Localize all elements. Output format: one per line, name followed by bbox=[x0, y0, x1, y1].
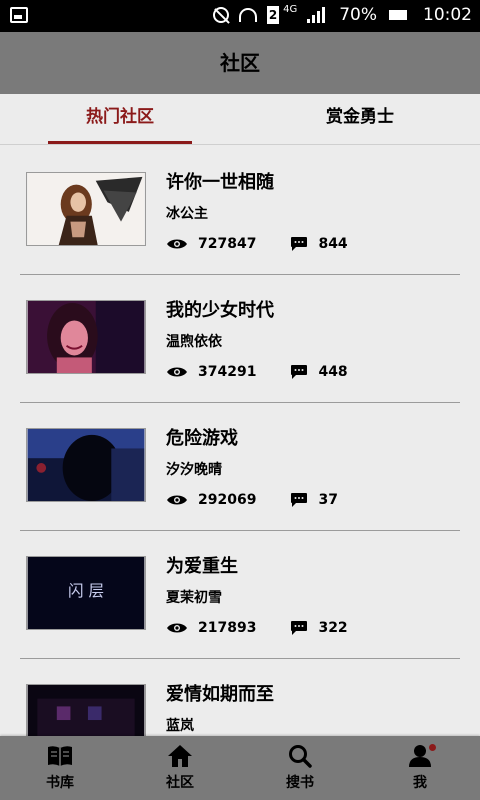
nav-label: 书库 bbox=[46, 775, 74, 791]
book-cover-image: 闪 层 bbox=[27, 557, 145, 629]
item-stats: 217893 322 bbox=[166, 617, 348, 639]
comment-count: 844 bbox=[318, 236, 348, 252]
eye-icon bbox=[166, 366, 188, 378]
nav-label: 社区 bbox=[166, 775, 194, 791]
comment-count: 448 bbox=[318, 364, 348, 380]
item-stats: 374291 448 bbox=[166, 361, 348, 383]
author-name: 夏茉初雪 bbox=[166, 590, 222, 606]
network-label: 4G bbox=[283, 3, 298, 15]
nav-search[interactable]: 搜书 bbox=[240, 736, 360, 800]
author-name: 汐汐晚晴 bbox=[166, 462, 222, 478]
battery-percent: 70% bbox=[339, 5, 377, 25]
comment-icon bbox=[290, 620, 308, 636]
book-cover bbox=[26, 428, 146, 502]
book-cover bbox=[26, 172, 146, 246]
signal-icon bbox=[307, 7, 329, 23]
book-title: 危险游戏 bbox=[166, 428, 238, 449]
page-title: 社区 bbox=[220, 51, 260, 75]
eye-icon bbox=[166, 238, 188, 250]
search-icon bbox=[287, 744, 313, 768]
book-title: 许你一世相随 bbox=[166, 172, 274, 193]
book-icon bbox=[47, 744, 73, 768]
nav-me[interactable]: 我 bbox=[360, 736, 480, 800]
nav-label: 我 bbox=[413, 775, 427, 791]
item-stats: 292069 37 bbox=[166, 489, 338, 511]
view-count: 374291 bbox=[198, 364, 257, 380]
view-count: 727847 bbox=[198, 236, 257, 252]
tab-label: 赏金勇士 bbox=[326, 107, 394, 127]
status-bar: 2 4G 70% 10:02 bbox=[0, 0, 480, 32]
wifi-icon bbox=[239, 8, 258, 22]
mute-icon bbox=[213, 7, 230, 23]
book-title: 我的少女时代 bbox=[166, 300, 274, 321]
tab-label: 热门社区 bbox=[86, 107, 154, 127]
book-cover bbox=[26, 684, 146, 736]
book-cover: 闪 层 bbox=[26, 556, 146, 630]
list-item[interactable]: 爱情如期而至 蓝岚 bbox=[20, 658, 460, 736]
comment-count: 37 bbox=[318, 492, 338, 508]
book-cover-image bbox=[27, 301, 145, 373]
nav-community[interactable]: 社区 bbox=[120, 736, 240, 800]
list-item[interactable]: 闪 层 为爱重生 夏茉初雪 217893 322 bbox=[20, 530, 460, 659]
cover-text: 闪 层 bbox=[68, 582, 104, 600]
view-count: 292069 bbox=[198, 492, 257, 508]
author-name: 蓝岚 bbox=[166, 718, 194, 734]
view-count: 217893 bbox=[198, 620, 257, 636]
list-item[interactable]: 我的少女时代 温煦依依 374291 448 bbox=[20, 274, 460, 403]
image-notification-icon bbox=[10, 7, 28, 23]
comment-icon bbox=[290, 236, 308, 252]
eye-icon bbox=[166, 494, 188, 506]
book-title: 爱情如期而至 bbox=[166, 684, 274, 705]
book-cover bbox=[26, 300, 146, 374]
home-icon bbox=[167, 744, 193, 768]
bottom-nav: 书库 社区 搜书 我 bbox=[0, 736, 480, 800]
author-name: 冰公主 bbox=[166, 206, 208, 222]
item-stats: 727847 844 bbox=[166, 233, 348, 255]
comment-icon bbox=[290, 364, 308, 380]
nav-label: 搜书 bbox=[286, 775, 314, 791]
nav-library[interactable]: 书库 bbox=[0, 736, 120, 800]
sim-icon: 2 bbox=[267, 6, 280, 24]
comment-icon bbox=[290, 492, 308, 508]
tab-bar: 热门社区 赏金勇士 bbox=[0, 94, 480, 145]
eye-icon bbox=[166, 622, 188, 634]
list-item[interactable]: 危险游戏 汐汐晚晴 292069 37 bbox=[20, 402, 460, 531]
battery-icon bbox=[389, 10, 407, 20]
book-cover-image bbox=[27, 173, 145, 245]
active-tab-indicator bbox=[48, 141, 192, 144]
tab-hot-community[interactable]: 热门社区 bbox=[48, 94, 192, 144]
list-item[interactable]: 许你一世相随 冰公主 727847 844 bbox=[20, 146, 460, 275]
book-cover-image bbox=[27, 685, 145, 736]
book-cover-image bbox=[27, 429, 145, 501]
notification-dot bbox=[429, 744, 436, 751]
tab-bounty-warrior[interactable]: 赏金勇士 bbox=[288, 94, 432, 144]
app-header: 社区 bbox=[0, 32, 480, 94]
clock: 10:02 bbox=[423, 5, 472, 25]
book-title: 为爱重生 bbox=[166, 556, 238, 577]
community-list[interactable]: 许你一世相随 冰公主 727847 844 我的少女时代 温煦依依 374291… bbox=[0, 146, 480, 736]
author-name: 温煦依依 bbox=[166, 334, 222, 350]
comment-count: 322 bbox=[318, 620, 348, 636]
status-right: 2 4G 70% 10:02 bbox=[213, 3, 472, 25]
